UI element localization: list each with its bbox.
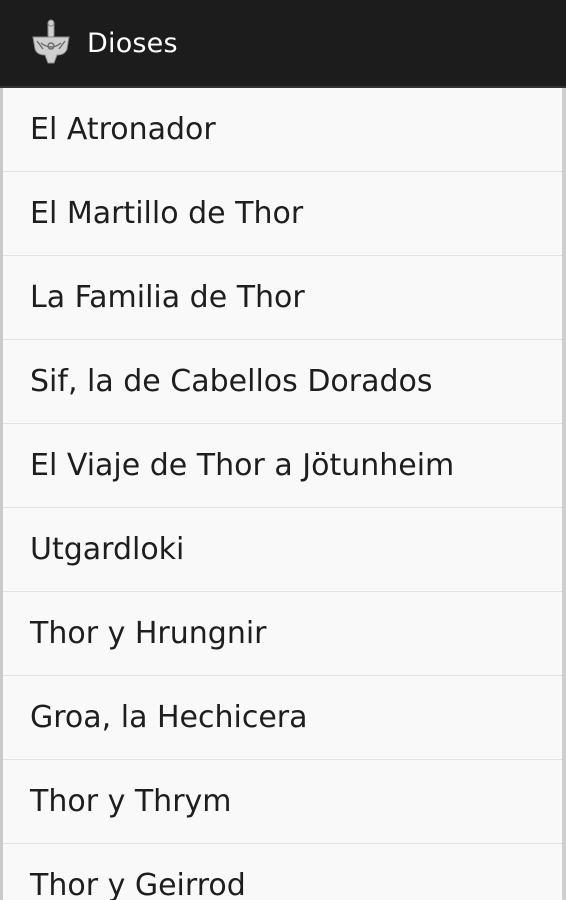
list-item-label: Sif, la de Cabellos Dorados (30, 364, 433, 399)
list-item-label: El Atronador (30, 112, 216, 147)
list-item[interactable]: Utgardloki (3, 508, 562, 592)
list-item[interactable]: El Viaje de Thor a Jötunheim (3, 424, 562, 508)
list-item-label: Thor y Thrym (30, 784, 232, 819)
list-item-label: Thor y Hrungnir (30, 616, 267, 651)
list-item[interactable]: Thor y Hrungnir (3, 592, 562, 676)
list-item[interactable]: Thor y Geirrod (3, 844, 562, 900)
app-title: Dioses (87, 27, 178, 59)
list-item-label: La Familia de Thor (30, 280, 305, 315)
list-item[interactable]: La Familia de Thor (3, 256, 562, 340)
screen: Dioses El Atronador El Martillo de Thor … (0, 0, 566, 900)
list-item[interactable]: Groa, la Hechicera (3, 676, 562, 760)
gods-list: El Atronador El Martillo de Thor La Fami… (0, 88, 566, 900)
list-item[interactable]: El Martillo de Thor (3, 172, 562, 256)
list-item-label: Utgardloki (30, 532, 185, 567)
action-bar: Dioses (0, 0, 566, 88)
list-item-label: Groa, la Hechicera (30, 700, 308, 735)
list-item[interactable]: El Atronador (3, 88, 562, 172)
list-item-label: El Viaje de Thor a Jötunheim (30, 448, 455, 483)
list-item[interactable]: Thor y Thrym (3, 760, 562, 844)
list-item-label: Thor y Geirrod (30, 868, 246, 900)
mjolnir-hammer-icon[interactable] (27, 19, 75, 67)
list-item-label: El Martillo de Thor (30, 196, 304, 231)
list-item[interactable]: Sif, la de Cabellos Dorados (3, 340, 562, 424)
